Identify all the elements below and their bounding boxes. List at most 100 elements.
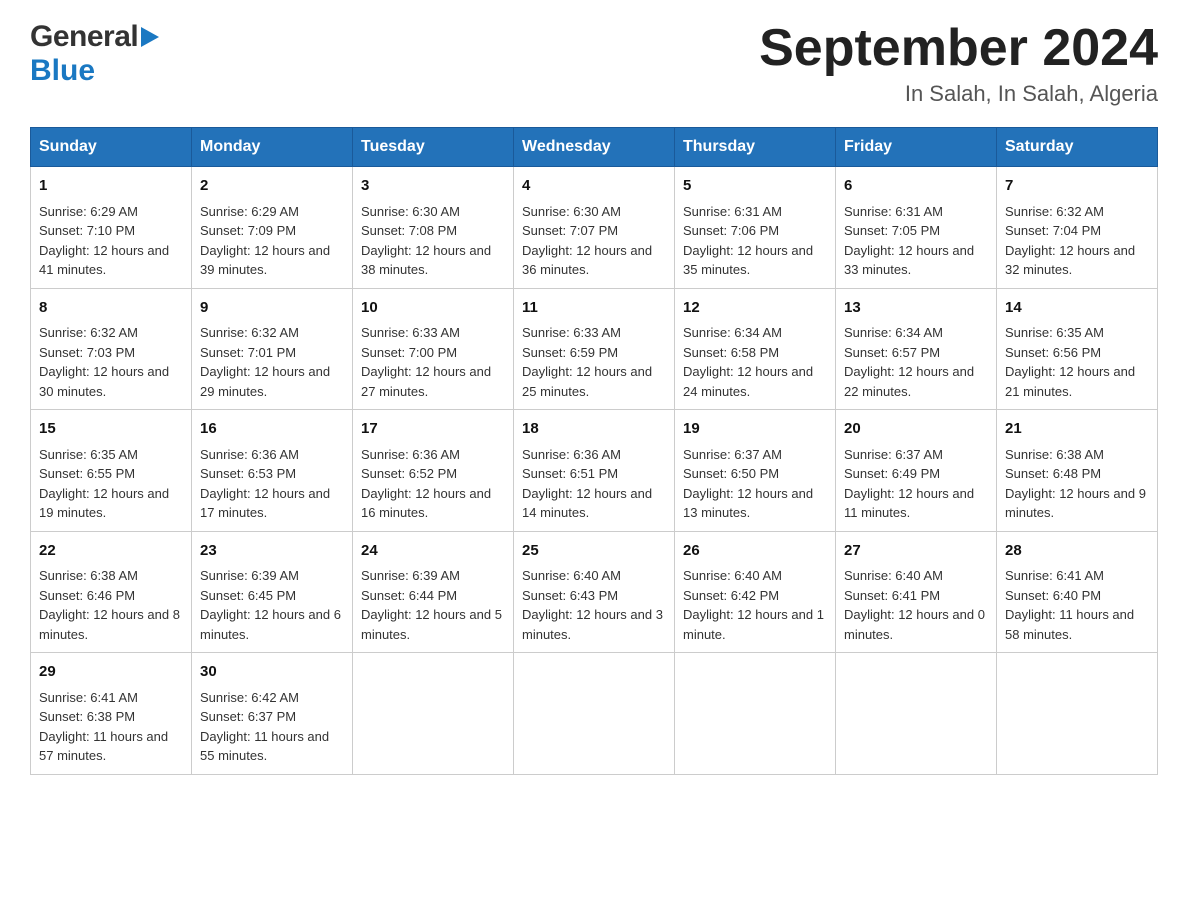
day-number: 20 (844, 418, 988, 441)
sunrise-info: Sunrise: 6:37 AMSunset: 6:49 PMDaylight:… (844, 447, 974, 521)
day-number: 8 (39, 297, 183, 320)
table-row: 25 Sunrise: 6:40 AMSunset: 6:43 PMDaylig… (514, 531, 675, 653)
table-row: 30 Sunrise: 6:42 AMSunset: 6:37 PMDaylig… (192, 653, 353, 775)
table-row: 14 Sunrise: 6:35 AMSunset: 6:56 PMDaylig… (997, 288, 1158, 410)
sunrise-info: Sunrise: 6:32 AMSunset: 7:03 PMDaylight:… (39, 325, 169, 399)
table-row: 19 Sunrise: 6:37 AMSunset: 6:50 PMDaylig… (675, 410, 836, 532)
table-row: 7 Sunrise: 6:32 AMSunset: 7:04 PMDayligh… (997, 167, 1158, 289)
day-number: 23 (200, 540, 344, 563)
sunrise-info: Sunrise: 6:36 AMSunset: 6:51 PMDaylight:… (522, 447, 652, 521)
sunrise-info: Sunrise: 6:35 AMSunset: 6:56 PMDaylight:… (1005, 325, 1135, 399)
table-row: 18 Sunrise: 6:36 AMSunset: 6:51 PMDaylig… (514, 410, 675, 532)
table-row: 16 Sunrise: 6:36 AMSunset: 6:53 PMDaylig… (192, 410, 353, 532)
page-title: September 2024 (759, 20, 1158, 77)
day-number: 22 (39, 540, 183, 563)
sunrise-info: Sunrise: 6:31 AMSunset: 7:05 PMDaylight:… (844, 204, 974, 278)
day-number: 2 (200, 175, 344, 198)
sunrise-info: Sunrise: 6:38 AMSunset: 6:46 PMDaylight:… (39, 568, 180, 642)
day-number: 13 (844, 297, 988, 320)
day-number: 10 (361, 297, 505, 320)
day-number: 30 (200, 661, 344, 684)
calendar-header-row: Sunday Monday Tuesday Wednesday Thursday… (31, 128, 1158, 167)
day-number: 3 (361, 175, 505, 198)
sunrise-info: Sunrise: 6:29 AMSunset: 7:10 PMDaylight:… (39, 204, 169, 278)
page-header: General Blue September 2024 In Salah, In… (30, 20, 1158, 107)
day-number: 18 (522, 418, 666, 441)
table-row: 9 Sunrise: 6:32 AMSunset: 7:01 PMDayligh… (192, 288, 353, 410)
table-row: 20 Sunrise: 6:37 AMSunset: 6:49 PMDaylig… (836, 410, 997, 532)
table-row: 8 Sunrise: 6:32 AMSunset: 7:03 PMDayligh… (31, 288, 192, 410)
calendar-week-row: 1 Sunrise: 6:29 AMSunset: 7:10 PMDayligh… (31, 167, 1158, 289)
day-number: 14 (1005, 297, 1149, 320)
sunrise-info: Sunrise: 6:38 AMSunset: 6:48 PMDaylight:… (1005, 447, 1146, 521)
table-row: 27 Sunrise: 6:40 AMSunset: 6:41 PMDaylig… (836, 531, 997, 653)
table-row: 6 Sunrise: 6:31 AMSunset: 7:05 PMDayligh… (836, 167, 997, 289)
col-saturday: Saturday (997, 128, 1158, 167)
sunrise-info: Sunrise: 6:35 AMSunset: 6:55 PMDaylight:… (39, 447, 169, 521)
sunrise-info: Sunrise: 6:39 AMSunset: 6:44 PMDaylight:… (361, 568, 502, 642)
sunrise-info: Sunrise: 6:41 AMSunset: 6:40 PMDaylight:… (1005, 568, 1134, 642)
day-number: 7 (1005, 175, 1149, 198)
table-row: 1 Sunrise: 6:29 AMSunset: 7:10 PMDayligh… (31, 167, 192, 289)
table-row (997, 653, 1158, 775)
day-number: 5 (683, 175, 827, 198)
table-row: 24 Sunrise: 6:39 AMSunset: 6:44 PMDaylig… (353, 531, 514, 653)
col-thursday: Thursday (675, 128, 836, 167)
day-number: 17 (361, 418, 505, 441)
table-row: 23 Sunrise: 6:39 AMSunset: 6:45 PMDaylig… (192, 531, 353, 653)
day-number: 29 (39, 661, 183, 684)
title-block: September 2024 In Salah, In Salah, Alger… (759, 20, 1158, 107)
col-sunday: Sunday (31, 128, 192, 167)
day-number: 4 (522, 175, 666, 198)
day-number: 11 (522, 297, 666, 320)
sunrise-info: Sunrise: 6:32 AMSunset: 7:04 PMDaylight:… (1005, 204, 1135, 278)
table-row: 22 Sunrise: 6:38 AMSunset: 6:46 PMDaylig… (31, 531, 192, 653)
logo-triangle-icon (141, 27, 159, 52)
sunrise-info: Sunrise: 6:41 AMSunset: 6:38 PMDaylight:… (39, 690, 168, 764)
table-row (675, 653, 836, 775)
table-row: 12 Sunrise: 6:34 AMSunset: 6:58 PMDaylig… (675, 288, 836, 410)
day-number: 27 (844, 540, 988, 563)
table-row: 5 Sunrise: 6:31 AMSunset: 7:06 PMDayligh… (675, 167, 836, 289)
col-tuesday: Tuesday (353, 128, 514, 167)
sunrise-info: Sunrise: 6:32 AMSunset: 7:01 PMDaylight:… (200, 325, 330, 399)
sunrise-info: Sunrise: 6:40 AMSunset: 6:42 PMDaylight:… (683, 568, 824, 642)
sunrise-info: Sunrise: 6:34 AMSunset: 6:58 PMDaylight:… (683, 325, 813, 399)
sunrise-info: Sunrise: 6:30 AMSunset: 7:07 PMDaylight:… (522, 204, 652, 278)
sunrise-info: Sunrise: 6:34 AMSunset: 6:57 PMDaylight:… (844, 325, 974, 399)
table-row: 13 Sunrise: 6:34 AMSunset: 6:57 PMDaylig… (836, 288, 997, 410)
calendar-table: Sunday Monday Tuesday Wednesday Thursday… (30, 127, 1158, 775)
col-monday: Monday (192, 128, 353, 167)
calendar-week-row: 8 Sunrise: 6:32 AMSunset: 7:03 PMDayligh… (31, 288, 1158, 410)
sunrise-info: Sunrise: 6:39 AMSunset: 6:45 PMDaylight:… (200, 568, 341, 642)
table-row (514, 653, 675, 775)
sunrise-info: Sunrise: 6:33 AMSunset: 7:00 PMDaylight:… (361, 325, 491, 399)
table-row: 28 Sunrise: 6:41 AMSunset: 6:40 PMDaylig… (997, 531, 1158, 653)
sunrise-info: Sunrise: 6:36 AMSunset: 6:53 PMDaylight:… (200, 447, 330, 521)
day-number: 12 (683, 297, 827, 320)
table-row: 4 Sunrise: 6:30 AMSunset: 7:07 PMDayligh… (514, 167, 675, 289)
day-number: 26 (683, 540, 827, 563)
day-number: 28 (1005, 540, 1149, 563)
calendar-week-row: 22 Sunrise: 6:38 AMSunset: 6:46 PMDaylig… (31, 531, 1158, 653)
table-row (353, 653, 514, 775)
col-friday: Friday (836, 128, 997, 167)
table-row: 10 Sunrise: 6:33 AMSunset: 7:00 PMDaylig… (353, 288, 514, 410)
day-number: 16 (200, 418, 344, 441)
col-wednesday: Wednesday (514, 128, 675, 167)
day-number: 6 (844, 175, 988, 198)
sunrise-info: Sunrise: 6:29 AMSunset: 7:09 PMDaylight:… (200, 204, 330, 278)
table-row: 17 Sunrise: 6:36 AMSunset: 6:52 PMDaylig… (353, 410, 514, 532)
sunrise-info: Sunrise: 6:33 AMSunset: 6:59 PMDaylight:… (522, 325, 652, 399)
logo: General Blue (30, 20, 159, 88)
table-row: 26 Sunrise: 6:40 AMSunset: 6:42 PMDaylig… (675, 531, 836, 653)
sunrise-info: Sunrise: 6:31 AMSunset: 7:06 PMDaylight:… (683, 204, 813, 278)
day-number: 21 (1005, 418, 1149, 441)
day-number: 24 (361, 540, 505, 563)
table-row: 3 Sunrise: 6:30 AMSunset: 7:08 PMDayligh… (353, 167, 514, 289)
calendar-week-row: 15 Sunrise: 6:35 AMSunset: 6:55 PMDaylig… (31, 410, 1158, 532)
sunrise-info: Sunrise: 6:42 AMSunset: 6:37 PMDaylight:… (200, 690, 329, 764)
table-row (836, 653, 997, 775)
day-number: 15 (39, 418, 183, 441)
table-row: 15 Sunrise: 6:35 AMSunset: 6:55 PMDaylig… (31, 410, 192, 532)
